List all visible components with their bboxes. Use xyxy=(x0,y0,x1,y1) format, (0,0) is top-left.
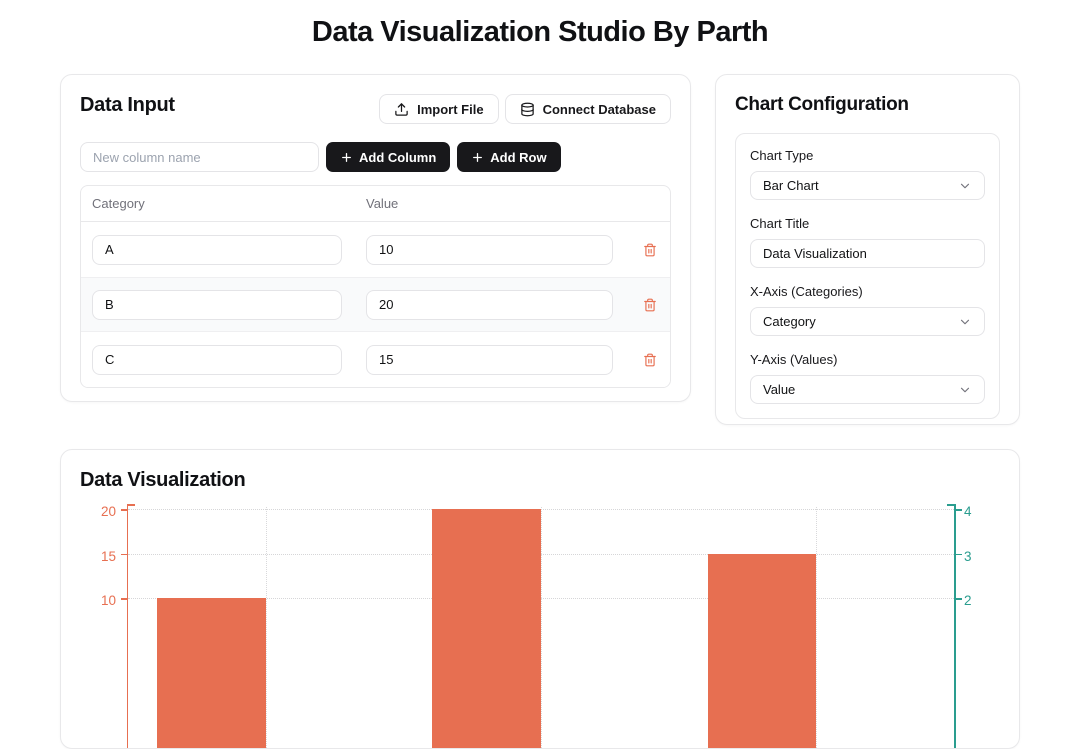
trash-icon xyxy=(643,298,657,312)
add-row-label: Add Row xyxy=(490,150,546,165)
value-cell-input[interactable] xyxy=(366,345,613,375)
import-file-button[interactable]: Import File xyxy=(379,94,498,124)
chevron-down-icon xyxy=(958,179,972,193)
left-y-axis xyxy=(127,504,129,748)
right-y-axis-tick-label: 4 xyxy=(964,504,988,520)
plus-icon xyxy=(471,151,484,164)
chart-title-input[interactable] xyxy=(750,239,985,268)
gridline-vertical xyxy=(541,507,542,748)
trash-icon xyxy=(643,243,657,257)
table-row xyxy=(81,332,670,387)
bar-C xyxy=(708,554,817,749)
gridline-vertical xyxy=(816,507,817,748)
column-header-value: Value xyxy=(366,196,613,211)
category-cell-input[interactable] xyxy=(92,345,342,375)
connect-database-button[interactable]: Connect Database xyxy=(505,94,671,124)
delete-row-button[interactable] xyxy=(643,298,657,312)
left-y-axis-tick xyxy=(121,598,127,600)
right-y-axis-tick xyxy=(956,554,962,556)
visualization-panel: Data Visualization 201510432 xyxy=(60,449,1020,749)
plus-icon xyxy=(340,151,353,164)
data-input-heading: Data Input xyxy=(80,94,175,117)
connect-database-label: Connect Database xyxy=(543,102,656,117)
chart-title-label: Chart Title xyxy=(750,216,985,231)
category-cell-input[interactable] xyxy=(92,290,342,320)
right-y-axis-tick xyxy=(956,598,962,600)
delete-row-button[interactable] xyxy=(643,243,657,257)
database-icon xyxy=(520,102,535,117)
add-column-label: Add Column xyxy=(359,150,436,165)
trash-icon xyxy=(643,353,657,367)
table-row xyxy=(81,277,670,332)
new-column-input[interactable] xyxy=(80,142,319,172)
page-title: Data Visualization Studio By Parth xyxy=(0,16,1080,49)
bar-B xyxy=(432,509,541,748)
x-axis-label: X-Axis (Categories) xyxy=(750,284,985,299)
upload-icon xyxy=(394,102,409,117)
left-y-axis-tick-label: 15 xyxy=(86,549,116,565)
chart-configuration-panel: Chart Configuration Chart Type Bar Chart… xyxy=(715,74,1020,425)
bar-A xyxy=(157,598,266,748)
x-axis-value: Category xyxy=(763,314,816,329)
add-column-button[interactable]: Add Column xyxy=(326,142,450,172)
y-axis-select[interactable]: Value xyxy=(750,375,985,404)
bar-chart: 20 15 10 4 3 2 xyxy=(61,450,1019,748)
right-y-axis-cap xyxy=(947,504,954,506)
add-row-button[interactable]: Add Row xyxy=(457,142,560,172)
left-y-axis-tick xyxy=(121,554,127,556)
delete-row-button[interactable] xyxy=(643,353,657,367)
gridline-vertical xyxy=(266,507,267,748)
right-y-axis-tick-label: 2 xyxy=(964,593,988,609)
left-y-axis-tick xyxy=(121,509,127,511)
left-y-axis-tick-label: 20 xyxy=(86,504,116,520)
import-file-label: Import File xyxy=(417,102,483,117)
right-y-axis-tick xyxy=(956,509,962,511)
chart-configuration-form: Chart Type Bar Chart Chart Title X-Axis … xyxy=(735,133,1000,419)
chevron-down-icon xyxy=(958,383,972,397)
chart-type-label: Chart Type xyxy=(750,148,985,163)
value-cell-input[interactable] xyxy=(366,235,613,265)
category-cell-input[interactable] xyxy=(92,235,342,265)
table-header-row: Category Value xyxy=(81,186,670,222)
y-axis-label: Y-Axis (Values) xyxy=(750,352,985,367)
data-input-panel: Data Input Import File Connect Database … xyxy=(60,74,691,402)
chart-configuration-heading: Chart Configuration xyxy=(735,94,1000,116)
table-row xyxy=(81,222,670,277)
right-y-axis xyxy=(954,504,956,748)
data-table: Category Value xyxy=(80,185,671,388)
value-cell-input[interactable] xyxy=(366,290,613,320)
chart-type-value: Bar Chart xyxy=(763,178,819,193)
column-header-category: Category xyxy=(92,196,342,211)
left-y-axis-cap xyxy=(128,504,135,506)
x-axis-select[interactable]: Category xyxy=(750,307,985,336)
right-y-axis-tick-label: 3 xyxy=(964,549,988,565)
left-y-axis-tick-label: 10 xyxy=(86,593,116,609)
y-axis-value: Value xyxy=(763,382,795,397)
chevron-down-icon xyxy=(958,315,972,329)
chart-type-select[interactable]: Bar Chart xyxy=(750,171,985,200)
